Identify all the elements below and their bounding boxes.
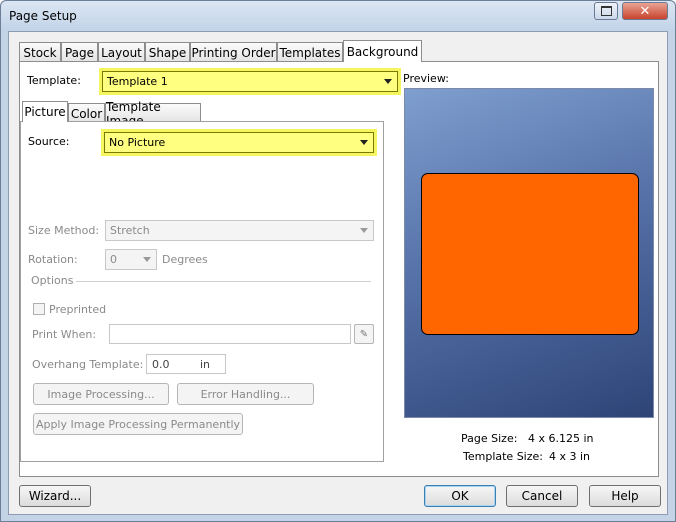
image-processing-button[interactable]: Image Processing...	[33, 383, 169, 405]
template-dropdown-value: Template 1	[107, 75, 168, 88]
options-label: Options	[28, 274, 77, 287]
restore-button[interactable]	[594, 2, 618, 20]
preview-area	[404, 88, 654, 418]
tab-stock[interactable]: Stock	[19, 42, 61, 62]
error-handling-button[interactable]: Error Handling...	[177, 383, 314, 405]
size-method-value: Stretch	[110, 224, 150, 237]
rotation-label: Rotation:	[28, 253, 78, 266]
tab-templates[interactable]: Templates	[277, 42, 343, 62]
wizard-button[interactable]: Wizard...	[19, 485, 91, 507]
restore-icon	[600, 6, 612, 16]
template-preview-shape	[421, 173, 639, 335]
rotation-value: 0	[110, 253, 117, 266]
source-dropdown-value: No Picture	[109, 136, 166, 149]
tab-printing-order[interactable]: Printing Order	[190, 42, 277, 62]
size-method-label: Size Method:	[28, 224, 100, 237]
window-title: Page Setup	[9, 9, 77, 23]
apply-image-processing-button[interactable]: Apply Image Processing Permanently	[33, 413, 243, 435]
rotation-dropdown[interactable]: 0	[105, 249, 157, 270]
tab-background[interactable]: Background	[343, 40, 422, 62]
preprinted-label: Preprinted	[49, 303, 107, 316]
degrees-label: Degrees	[162, 253, 208, 266]
chevron-down-icon	[143, 257, 151, 262]
size-method-dropdown[interactable]: Stretch	[105, 220, 374, 241]
preview-label: Preview:	[403, 72, 449, 85]
tab-page[interactable]: Page	[61, 42, 98, 62]
chevron-down-icon	[360, 228, 368, 233]
background-tab-panel: Template: Template 1 Picture Color Templ…	[19, 61, 659, 477]
page-setup-window: Page Setup ✕ Stock Page Layout Shape Pri…	[0, 0, 676, 522]
overhang-template-label: Overhang Template:	[32, 358, 144, 371]
subtab-picture[interactable]: Picture	[22, 101, 68, 122]
overhang-template-input[interactable]: 0.0 in	[146, 354, 226, 374]
template-label: Template:	[27, 74, 81, 87]
close-button[interactable]: ✕	[622, 2, 668, 20]
subtab-template-image[interactable]: Template Image	[105, 100, 201, 128]
help-button[interactable]: Help	[589, 485, 661, 507]
print-when-label: Print When:	[32, 328, 97, 341]
title-bar[interactable]: Page Setup ✕	[1, 1, 675, 31]
preprinted-checkbox[interactable]	[33, 303, 45, 315]
tab-shape[interactable]: Shape	[145, 42, 190, 62]
print-when-edit-button[interactable]: ✎	[354, 324, 374, 344]
close-icon: ✕	[639, 3, 651, 19]
picture-subtab-panel: Source: No Picture Size Method: Stretch …	[20, 121, 384, 462]
page-size-value: 4 x 6.125 in	[528, 432, 594, 445]
template-size-label: Template Size:	[463, 450, 543, 463]
tab-layout[interactable]: Layout	[98, 42, 145, 62]
overhang-unit: in	[200, 357, 211, 371]
subtab-color[interactable]: Color	[68, 103, 105, 123]
template-dropdown[interactable]: Template 1	[102, 71, 398, 92]
print-when-input[interactable]	[109, 324, 351, 344]
chevron-down-icon	[384, 79, 392, 84]
page-size-label: Page Size:	[461, 432, 518, 445]
dialog-client: Stock Page Layout Shape Printing Order T…	[8, 31, 668, 515]
ok-button[interactable]: OK	[424, 485, 496, 507]
options-divider	[28, 281, 371, 282]
source-label: Source:	[28, 135, 70, 148]
cancel-button[interactable]: Cancel	[506, 485, 578, 507]
source-dropdown[interactable]: No Picture	[104, 132, 374, 153]
chevron-down-icon	[360, 140, 368, 145]
edit-icon: ✎	[359, 328, 369, 340]
template-size-value: 4 x 3 in	[549, 450, 591, 463]
